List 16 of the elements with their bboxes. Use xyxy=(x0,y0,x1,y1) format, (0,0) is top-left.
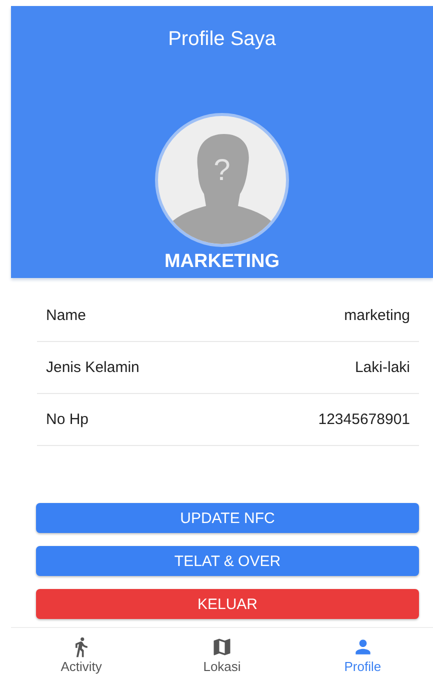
question-mark: ? xyxy=(212,154,232,188)
logout-button[interactable]: KELUAR xyxy=(36,589,419,619)
field-label: No Hp xyxy=(46,411,89,428)
field-label: Jenis Kelamin xyxy=(46,359,140,376)
field-label: Name xyxy=(46,307,86,324)
field-value: Laki-laki xyxy=(354,359,410,376)
nav-tab[interactable]: Lokasi xyxy=(152,628,292,682)
field-value: 12345678901 xyxy=(318,411,410,428)
nav-tab[interactable]: Activity xyxy=(11,628,152,682)
field-value: marketing xyxy=(344,307,410,324)
map-icon xyxy=(211,636,233,658)
role-label: MARKETING xyxy=(164,251,280,273)
page-title: Profile Saya xyxy=(168,28,276,51)
nav-tab[interactable]: Profile xyxy=(292,628,433,682)
action-button[interactable]: TELAT & OVER xyxy=(36,546,419,576)
action-button[interactable]: UPDATE NFC xyxy=(36,503,419,533)
